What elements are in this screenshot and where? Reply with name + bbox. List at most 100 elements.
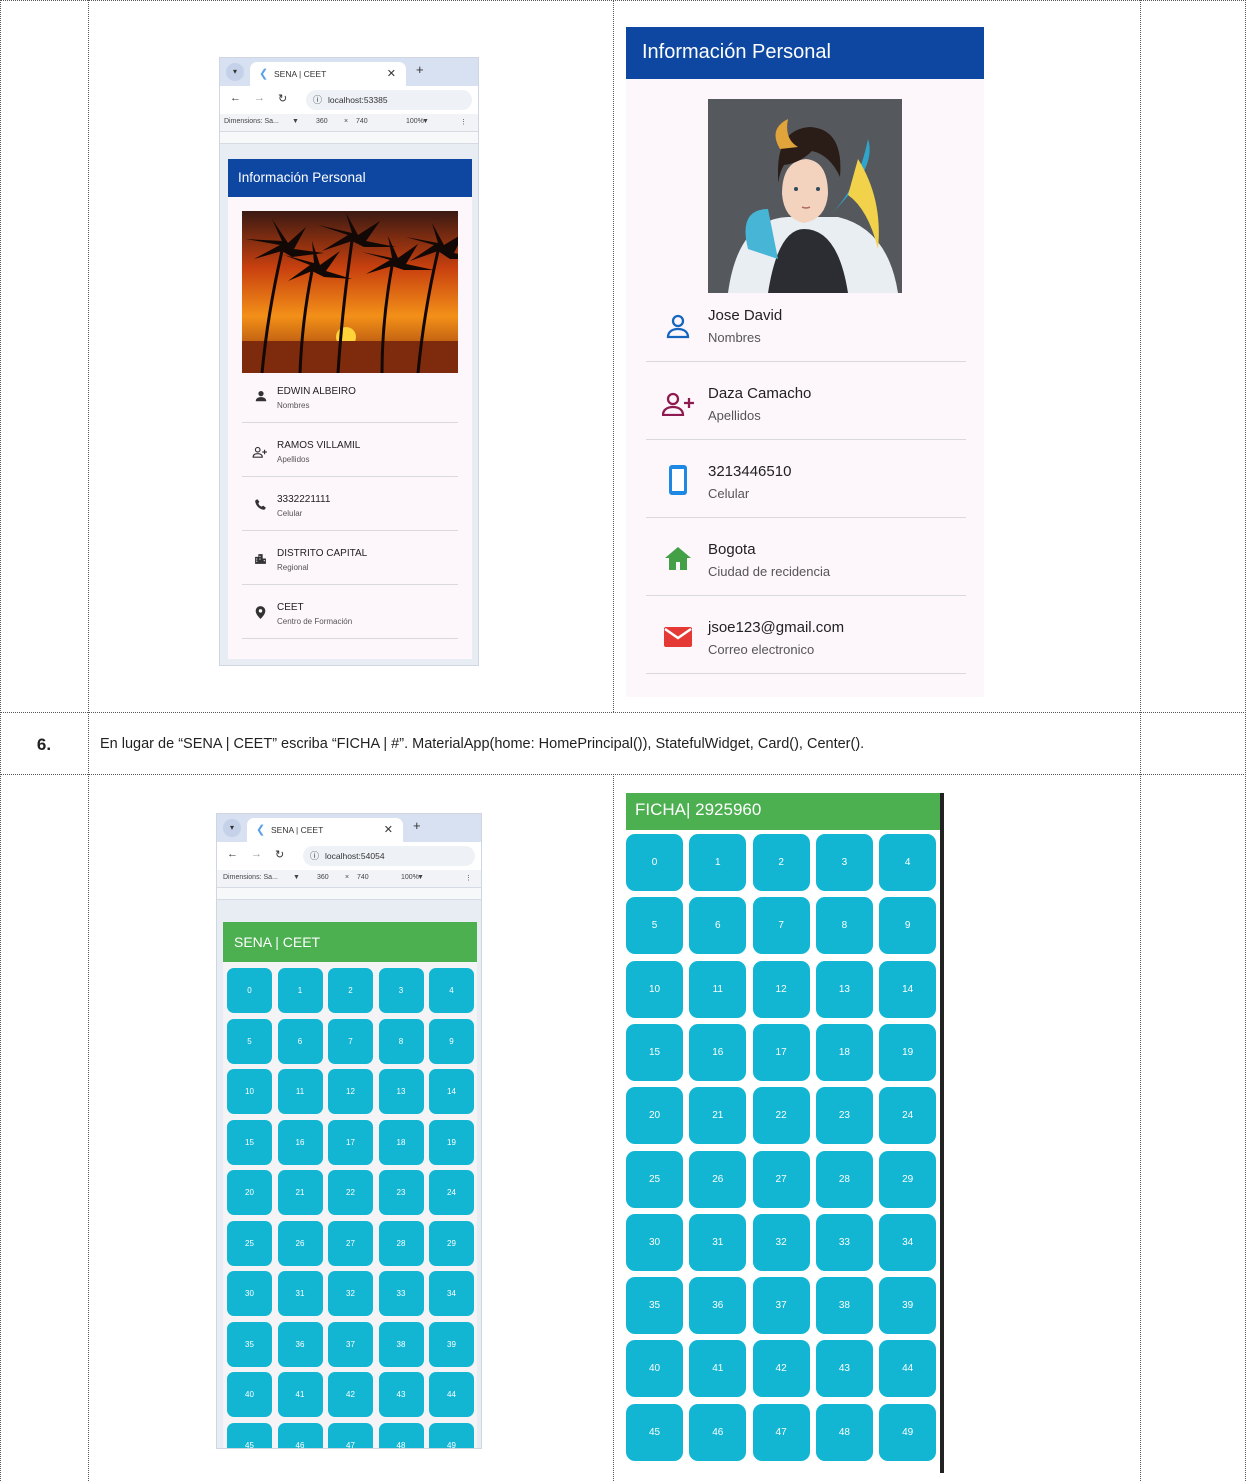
grid-tile[interactable]: 16 (277, 1119, 323, 1165)
list-item-nombres[interactable]: EDWIN ALBEIRO Nombres (242, 377, 458, 423)
browser-tab[interactable]: ❮ SENA | CEET ✕ (250, 62, 406, 86)
grid-tile[interactable]: 17 (752, 1023, 810, 1081)
grid-tile[interactable]: 34 (429, 1271, 474, 1316)
grid-tile[interactable]: 47 (328, 1422, 373, 1448)
tab-search-icon[interactable]: ▾ (223, 819, 241, 837)
grid-tile[interactable]: 42 (328, 1372, 373, 1417)
device-select[interactable]: Dimensions: Sa... (223, 874, 278, 881)
grid-tile[interactable]: 19 (429, 1119, 474, 1165)
new-tab-icon[interactable]: + (416, 62, 424, 77)
grid-tile[interactable]: 0 (626, 834, 683, 891)
grid-tile[interactable]: 35 (227, 1321, 272, 1367)
grid-tile[interactable]: 32 (752, 1213, 810, 1271)
more-options-icon[interactable]: ⋮ (460, 118, 467, 126)
grid-tile[interactable]: 5 (626, 897, 683, 955)
grid-tile[interactable]: 35 (626, 1277, 683, 1335)
grid-tile[interactable]: 12 (752, 960, 810, 1018)
list-item-celular[interactable]: 3213446510 Celular (646, 455, 966, 518)
tab-search-icon[interactable]: ▾ (226, 63, 244, 81)
grid-tile[interactable]: 47 (752, 1403, 810, 1461)
grid-tile[interactable]: 46 (689, 1403, 747, 1461)
grid-tile[interactable]: 4 (879, 834, 937, 891)
grid-tile[interactable]: 46 (277, 1422, 323, 1448)
grid-tile[interactable]: 39 (429, 1321, 474, 1367)
grid-tile[interactable]: 1 (689, 834, 747, 891)
grid-tile[interactable]: 10 (227, 1069, 272, 1114)
grid-tile[interactable]: 7 (328, 1018, 373, 1064)
grid-tile[interactable]: 26 (277, 1220, 323, 1266)
grid-tile[interactable]: 31 (277, 1271, 323, 1316)
reload-icon[interactable]: ↻ (278, 92, 287, 105)
browser-tab[interactable]: ❮ SENA | CEET ✕ (247, 818, 403, 842)
grid-tile[interactable]: 16 (689, 1023, 747, 1081)
grid-tile[interactable]: 37 (752, 1277, 810, 1335)
grid-tile[interactable]: 36 (277, 1321, 323, 1367)
grid-tile[interactable]: 44 (879, 1340, 937, 1398)
grid-tile[interactable]: 19 (879, 1023, 937, 1081)
grid-tile[interactable]: 8 (815, 897, 873, 955)
grid-tile[interactable]: 2 (328, 968, 373, 1013)
grid-tile[interactable]: 30 (626, 1213, 683, 1271)
new-tab-icon[interactable]: + (413, 818, 421, 833)
grid-tile[interactable]: 25 (227, 1220, 272, 1266)
width-field[interactable]: 360 (317, 874, 329, 881)
grid-tile[interactable]: 38 (378, 1321, 424, 1367)
grid-tile[interactable]: 49 (879, 1403, 937, 1461)
grid-tile[interactable]: 43 (378, 1372, 424, 1417)
grid-tile[interactable]: 33 (378, 1271, 424, 1316)
list-item-ciudad[interactable]: Bogota Ciudad de recidencia (646, 533, 966, 596)
grid-tile[interactable]: 32 (328, 1271, 373, 1316)
url-field[interactable]: ⓘ localhost:53385 (306, 90, 472, 110)
grid-tile[interactable]: 26 (689, 1150, 747, 1208)
grid-tile[interactable]: 45 (626, 1403, 683, 1461)
list-item-regional[interactable]: DISTRITO CAPITAL Regional (242, 539, 458, 585)
grid-tile[interactable]: 0 (227, 968, 272, 1013)
grid-tile[interactable]: 1 (277, 968, 323, 1013)
url-field[interactable]: ⓘ localhost:54054 (303, 846, 475, 866)
grid-tile[interactable]: 31 (689, 1213, 747, 1271)
grid-tile[interactable]: 14 (429, 1069, 474, 1114)
grid-tile[interactable]: 14 (879, 960, 937, 1018)
grid-tile[interactable]: 45 (227, 1422, 272, 1448)
grid-tile[interactable]: 24 (879, 1087, 937, 1145)
grid-tile[interactable]: 20 (227, 1170, 272, 1215)
grid-tile[interactable]: 30 (227, 1271, 272, 1316)
grid-tile[interactable]: 12 (328, 1069, 373, 1114)
list-item-centro[interactable]: CEET Centro de Formación (242, 593, 458, 639)
grid-tile[interactable]: 24 (429, 1170, 474, 1215)
back-icon[interactable]: ← (230, 92, 241, 104)
grid-tile[interactable]: 43 (815, 1340, 873, 1398)
grid-tile[interactable]: 22 (752, 1087, 810, 1145)
grid-tile[interactable]: 11 (689, 960, 747, 1018)
grid-tile[interactable]: 2 (752, 834, 810, 891)
grid-tile[interactable]: 23 (815, 1087, 873, 1145)
width-field[interactable]: 360 (316, 118, 328, 125)
grid-tile[interactable]: 7 (752, 897, 810, 955)
grid-tile[interactable]: 13 (815, 960, 873, 1018)
tab-close-icon[interactable]: ✕ (387, 62, 396, 86)
grid-tile[interactable]: 5 (227, 1018, 272, 1064)
grid-tile[interactable]: 29 (879, 1150, 937, 1208)
grid-tile[interactable]: 13 (378, 1069, 424, 1114)
grid-tile[interactable]: 15 (227, 1119, 272, 1165)
grid-tile[interactable]: 36 (689, 1277, 747, 1335)
grid-tile[interactable]: 38 (815, 1277, 873, 1335)
list-item-apellidos[interactable]: RAMOS VILLAMIL Apellidos (242, 431, 458, 477)
grid-tile[interactable]: 11 (277, 1069, 323, 1114)
grid-tile[interactable]: 41 (689, 1340, 747, 1398)
grid-tile[interactable]: 9 (879, 897, 937, 955)
grid-tile[interactable]: 29 (429, 1220, 474, 1266)
reload-icon[interactable]: ↻ (275, 848, 284, 861)
grid-tile[interactable]: 3 (815, 834, 873, 891)
grid-tile[interactable]: 10 (626, 960, 683, 1018)
grid-tile[interactable]: 39 (879, 1277, 937, 1335)
grid-tile[interactable]: 37 (328, 1321, 373, 1367)
grid-tile[interactable]: 27 (328, 1220, 373, 1266)
grid-tile[interactable]: 15 (626, 1023, 683, 1081)
grid-tile[interactable]: 3 (378, 968, 424, 1013)
grid-tile[interactable]: 49 (429, 1422, 474, 1448)
grid-tile[interactable]: 40 (626, 1340, 683, 1398)
grid-tile[interactable]: 21 (689, 1087, 747, 1145)
grid-tile[interactable]: 28 (815, 1150, 873, 1208)
grid-tile[interactable]: 33 (815, 1213, 873, 1271)
